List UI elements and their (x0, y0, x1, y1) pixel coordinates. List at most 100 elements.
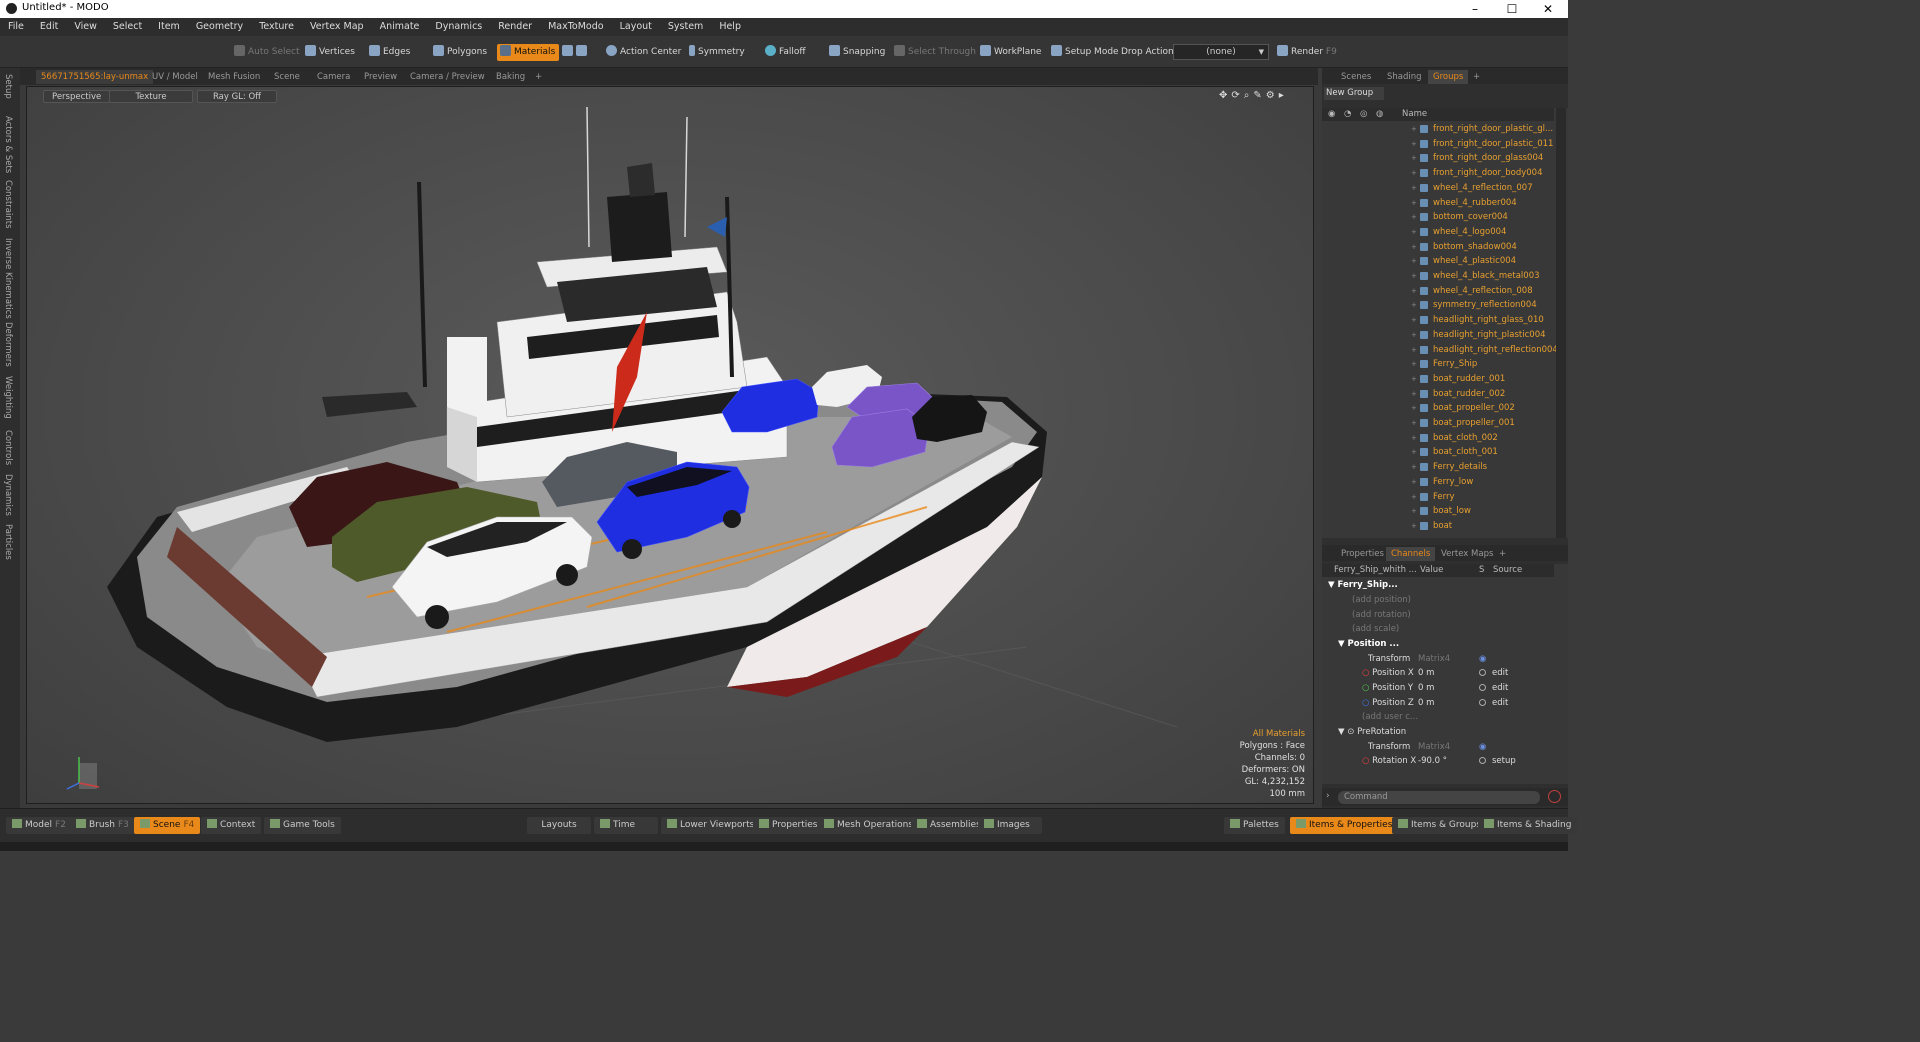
animate-toggle-icon[interactable] (1479, 684, 1486, 691)
tree-item[interactable]: + front_right_door_body004 (1322, 166, 1554, 181)
expand-icon[interactable]: + (1411, 460, 1417, 475)
expand-icon[interactable]: + (1411, 343, 1417, 358)
expand-icon[interactable]: + (1411, 196, 1417, 211)
tree-item[interactable]: + boat (1322, 519, 1554, 534)
setup-mode-button[interactable]: Setup Mode (1048, 44, 1123, 61)
menu-system[interactable]: System (660, 18, 711, 36)
tree-item[interactable]: + bottom_shadow004 (1322, 240, 1554, 255)
expand-icon[interactable]: + (1411, 166, 1417, 181)
expand-icon[interactable]: + (1411, 328, 1417, 343)
vertices-button[interactable]: Vertices (302, 44, 359, 61)
tab-groups[interactable]: Groups (1428, 70, 1469, 84)
expand-icon[interactable]: + (1411, 137, 1417, 152)
properties-button[interactable]: Properties (753, 817, 824, 834)
menu-texture[interactable]: Texture (251, 18, 302, 36)
channel-row-item[interactable]: ▼ Ferry_Ship... (1322, 578, 1554, 593)
tree-item[interactable]: + wheel_4_plastic004 (1322, 254, 1554, 269)
render-button[interactable]: Render F9 (1274, 44, 1341, 61)
model-layout-button[interactable]: Model F2 (6, 817, 72, 834)
tree-item[interactable]: + boat_low (1322, 504, 1554, 519)
expand-icon[interactable]: + (1411, 357, 1417, 372)
action-center-button[interactable]: Action Center (603, 44, 685, 61)
animate-toggle-icon[interactable] (1479, 757, 1486, 764)
tree-item[interactable]: + boat_cloth_002 (1322, 431, 1554, 446)
mesh-operations-button[interactable]: Mesh Operations (818, 817, 920, 834)
tab-particles[interactable]: Particles (3, 524, 13, 560)
tree-item[interactable]: + Ferry_Ship (1322, 357, 1554, 372)
tab-properties[interactable]: Properties (1336, 547, 1389, 561)
falloff-button[interactable]: Falloff (762, 44, 810, 61)
expand-icon[interactable]: + (1411, 151, 1417, 166)
close-button[interactable]: ✕ (1530, 0, 1566, 18)
expand-icon[interactable]: + (1411, 225, 1417, 240)
channel-row-add-position[interactable]: (add position) (1322, 593, 1554, 608)
menu-maxtomodo[interactable]: MaxToModo (540, 18, 612, 36)
expand-icon[interactable]: + (1411, 416, 1417, 431)
items-groups-button[interactable]: Items & Groups (1392, 817, 1488, 834)
tree-item[interactable]: + bottom_cover004 (1322, 210, 1554, 225)
tree-item[interactable]: + wheel_4_logo004 (1322, 225, 1554, 240)
edges-button[interactable]: Edges (366, 44, 414, 61)
expand-icon[interactable]: + (1411, 240, 1417, 255)
menu-dynamics[interactable]: Dynamics (427, 18, 490, 36)
tree-item[interactable]: + front_right_door_glass004 (1322, 151, 1554, 166)
channel-row-transform[interactable]: Transform Matrix4 ◉ (1322, 652, 1554, 667)
tab-preview[interactable]: Preview (359, 70, 402, 84)
expand-icon[interactable]: + (1411, 254, 1417, 269)
menu-animate[interactable]: Animate (372, 18, 428, 36)
tab-mesh-fusion[interactable]: Mesh Fusion (203, 70, 265, 84)
context-layout-button[interactable]: Context (201, 817, 262, 834)
drop-action-select[interactable]: (none) ▼ (1173, 44, 1269, 60)
tab-actors-sets[interactable]: Actors & Sets (3, 116, 13, 173)
expand-icon[interactable]: + (1411, 298, 1417, 313)
channel-row-prerotation[interactable]: ▼ ⊙ PreRotation (1322, 725, 1554, 740)
tab-inverse-kinematics[interactable]: Inverse Kinematics (3, 238, 13, 319)
menu-file[interactable]: File (0, 18, 32, 36)
tree-item[interactable]: + wheel_4_reflection_008 (1322, 284, 1554, 299)
menu-view[interactable]: View (66, 18, 105, 36)
select-toggle-icon[interactable]: ◍ (1376, 109, 1383, 119)
symmetry-button[interactable]: Symmetry (686, 44, 749, 61)
snapping-button[interactable]: Snapping (826, 44, 889, 61)
render-toggle-icon[interactable]: ◎ (1360, 109, 1367, 119)
add-panel-tab-button[interactable]: + (1468, 70, 1485, 84)
tab-baking[interactable]: Baking (491, 70, 530, 84)
items-shading-button[interactable]: Items & Shading (1478, 817, 1578, 834)
tab-deformers[interactable]: Deformers (3, 322, 13, 367)
animate-toggle-icon[interactable] (1479, 699, 1486, 706)
tree-item[interactable]: + wheel_4_rubber004 (1322, 196, 1554, 211)
tree-item[interactable]: + wheel_4_reflection_007 (1322, 181, 1554, 196)
palettes-button[interactable]: Palettes (1224, 817, 1285, 834)
images-button[interactable]: Images (978, 817, 1042, 834)
expand-icon[interactable]: + (1411, 269, 1417, 284)
add-properties-tab-button[interactable]: + (1494, 547, 1511, 561)
tree-item[interactable]: + Ferry_low (1322, 475, 1554, 490)
tab-dynamics[interactable]: Dynamics (3, 474, 13, 516)
scene-layout-button[interactable]: Scene F4 (134, 817, 201, 834)
select-through-button[interactable]: Select Through (891, 44, 980, 61)
tab-shading[interactable]: Shading (1382, 70, 1427, 84)
menu-select[interactable]: Select (105, 18, 150, 36)
menu-help[interactable]: Help (711, 18, 749, 36)
tree-item[interactable]: + boat_cloth_001 (1322, 445, 1554, 460)
eye-icon[interactable]: ◉ (1328, 109, 1335, 119)
tab-setup[interactable]: Setup (3, 74, 13, 99)
tree-item[interactable]: + headlight_right_glass_010 (1322, 313, 1554, 328)
expand-icon[interactable]: + (1411, 431, 1417, 446)
expand-icon[interactable]: + (1411, 445, 1417, 460)
materials-button[interactable]: Materials (497, 44, 560, 61)
minimize-button[interactable]: – (1457, 0, 1493, 18)
time-button[interactable]: Time (594, 817, 658, 834)
tree-item[interactable]: + boat_rudder_002 (1322, 387, 1554, 402)
channel-row-add-scale[interactable]: (add scale) (1322, 622, 1554, 637)
layouts-button[interactable]: Layouts (527, 817, 591, 834)
channel-row-rotation-x[interactable]: ○ Rotation X -90.0 ° setup (1322, 754, 1554, 769)
expand-icon[interactable]: + (1411, 475, 1417, 490)
tab-constraints[interactable]: Constraints (3, 180, 13, 229)
tree-item[interactable]: + boat_propeller_001 (1322, 416, 1554, 431)
game-tools-button[interactable]: Game Tools (264, 817, 341, 834)
expand-icon[interactable]: + (1411, 401, 1417, 416)
items-properties-button[interactable]: Items & Properties (1290, 817, 1399, 834)
tree-item[interactable]: + headlight_right_reflection004 (1322, 343, 1558, 358)
tab-channels[interactable]: Channels (1386, 547, 1436, 561)
